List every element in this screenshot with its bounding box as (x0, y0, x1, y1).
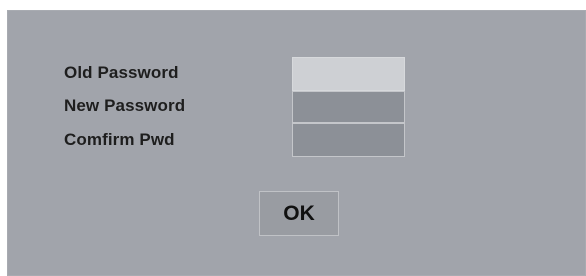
confirm-password-label: Comfirm Pwd (64, 130, 175, 149)
new-password-field[interactable] (292, 91, 405, 123)
new-password-label: New Password (64, 96, 186, 115)
confirm-password-field[interactable] (292, 123, 405, 157)
change-password-dialog: Old Password New Password Comfirm Pwd OK (7, 10, 586, 276)
old-password-label: Old Password (64, 63, 179, 82)
old-password-field[interactable] (292, 57, 405, 91)
ok-button[interactable]: OK (259, 191, 339, 236)
